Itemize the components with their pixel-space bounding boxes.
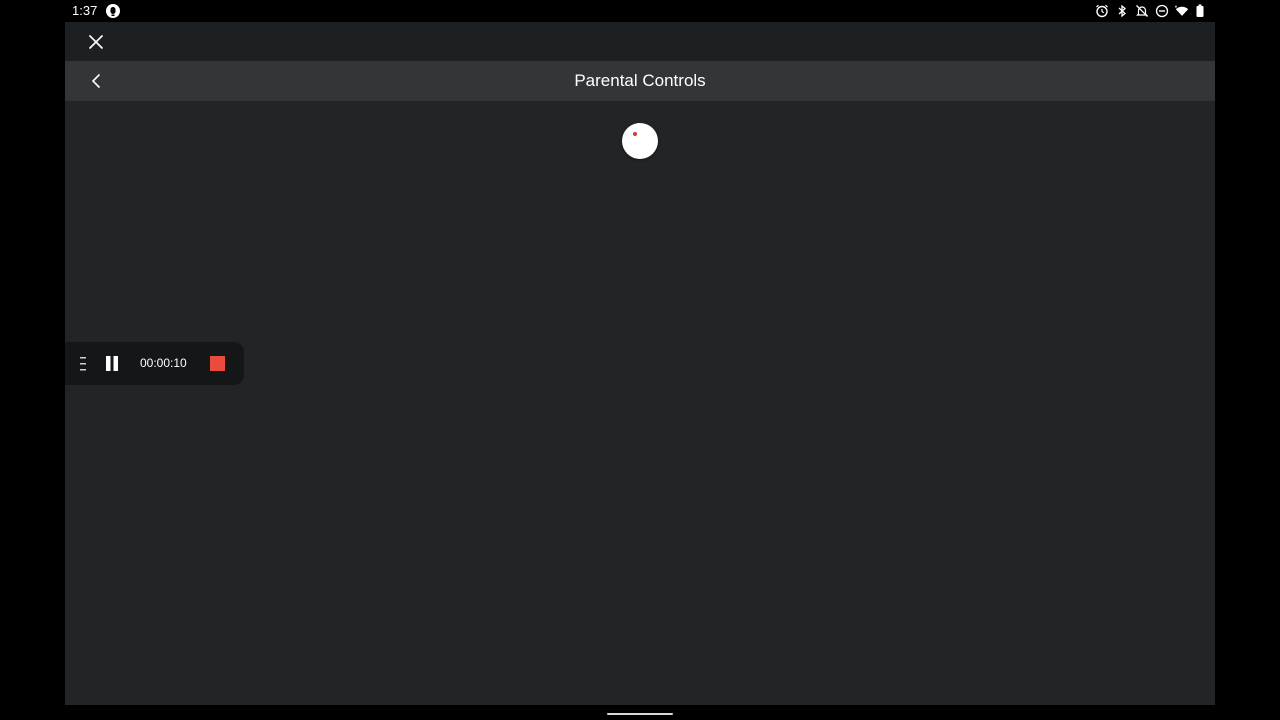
status-icons [1095, 3, 1209, 19]
page-header: Parental Controls [65, 61, 1215, 101]
alarm-icon [1095, 4, 1109, 18]
spinner-indicator [633, 132, 637, 136]
device-screen: 1:37 Parental Controls 00:00:10 [0, 0, 1280, 720]
page-title: Parental Controls [574, 71, 706, 90]
battery-icon [1195, 4, 1209, 18]
stop-recording-button[interactable] [210, 356, 225, 371]
wifi-icon [1175, 4, 1189, 18]
close-button[interactable] [84, 30, 108, 54]
bluetooth-icon [1115, 4, 1129, 18]
screen-recorder-widget: 00:00:10 [65, 342, 244, 385]
pause-icon [104, 356, 120, 376]
pause-button[interactable] [104, 355, 120, 372]
notification-icon [105, 3, 121, 19]
loading-spinner [622, 123, 658, 159]
mute-icon [1135, 4, 1149, 18]
status-bar: 1:37 [65, 0, 1215, 22]
recording-timer: 00:00:10 [140, 356, 187, 370]
drag-handle-icon[interactable] [79, 355, 87, 373]
do-not-disturb-icon [1155, 4, 1169, 18]
navigation-handle[interactable] [607, 713, 673, 715]
status-time: 1:37 [72, 3, 98, 18]
top-bar [65, 22, 1215, 61]
close-icon [84, 34, 108, 58]
